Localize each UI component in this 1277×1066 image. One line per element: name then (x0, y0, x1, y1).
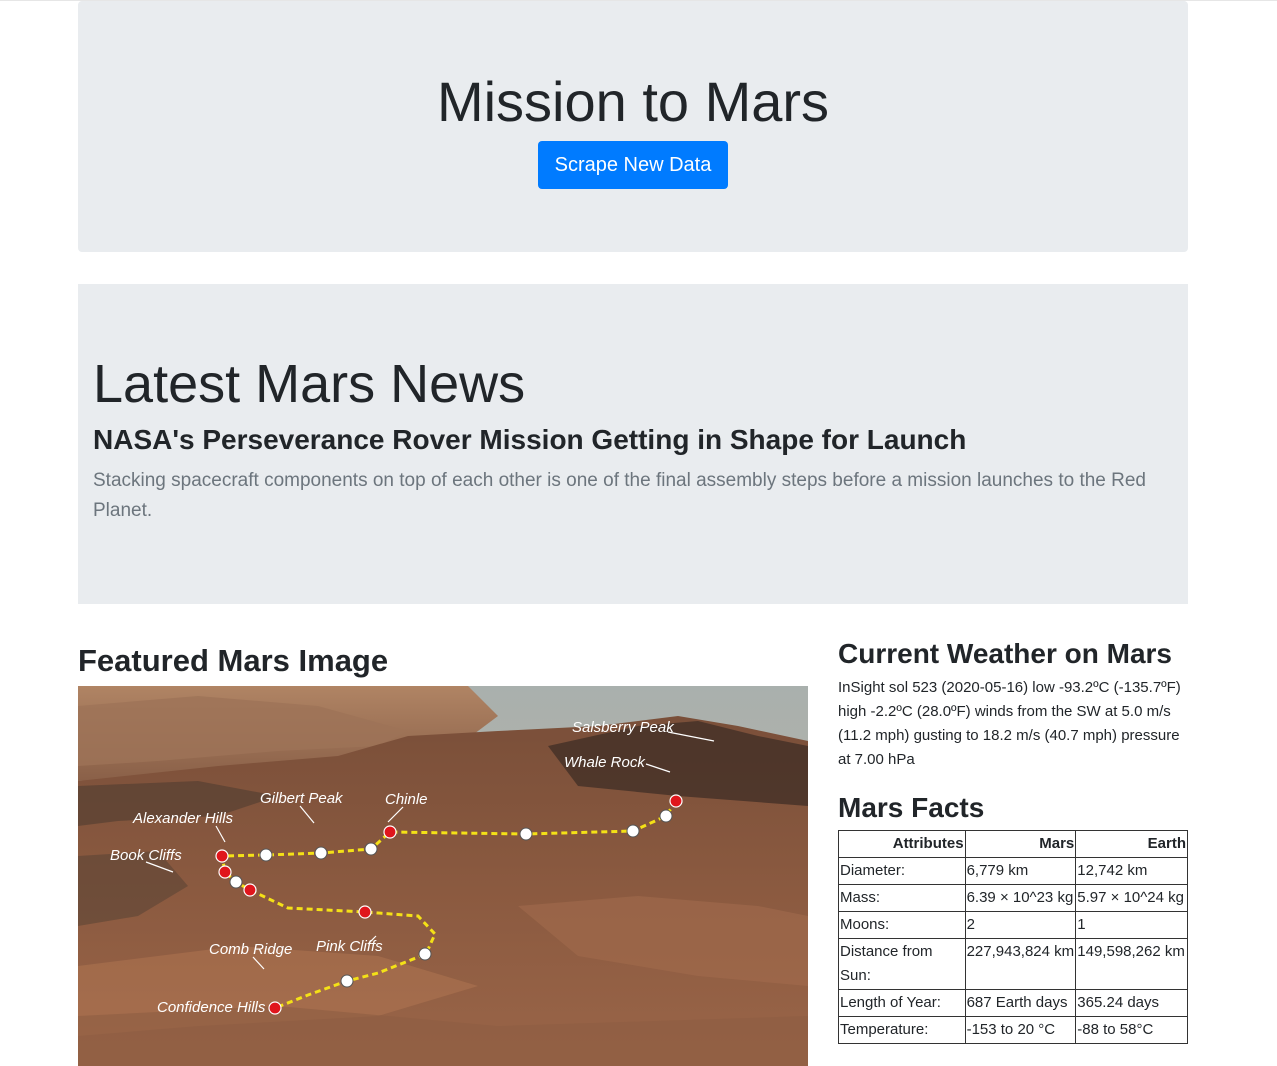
table-row: Length of Year: 687 Earth days 365.24 da… (838, 989, 1188, 1017)
header-earth: Earth (1075, 830, 1188, 858)
cell-attribute: Mass: (838, 884, 966, 912)
table-header-row: Attributes Mars Earth (838, 830, 1188, 858)
label-alexander-hills: Alexander Hills (132, 810, 234, 827)
label-gilbert-peak: Gilbert Peak (260, 790, 344, 807)
table-row: Distance from Sun: 227,943,824 km 149,59… (838, 938, 1188, 990)
cell-attribute: Moons: (838, 911, 966, 939)
cell-attribute: Diameter: (838, 857, 966, 885)
cell-earth: 365.24 days (1075, 989, 1188, 1017)
cell-mars: 2 (964, 911, 1077, 939)
cell-mars: 687 Earth days (964, 989, 1077, 1017)
weather-heading: Current Weather on Mars (838, 638, 1172, 669)
featured-image-section: Featured Mars Image Salsberry Peak Whale… (78, 636, 808, 1066)
news-title: NASA's Perseverance Rover Mission Gettin… (93, 424, 967, 455)
label-confidence-hills: Confidence Hills (157, 999, 266, 1016)
cell-earth: 12,742 km (1075, 857, 1188, 885)
label-pink-cliffs: Pink Cliffs (316, 938, 383, 955)
label-whale-rock: Whale Rock (564, 754, 646, 771)
header-attributes: Attributes (838, 830, 966, 858)
label-chinle: Chinle (385, 791, 428, 808)
label-salsberry-peak: Salsberry Peak (572, 719, 675, 736)
cell-earth: -88 to 58°C (1075, 1016, 1188, 1044)
cell-mars: 6,779 km (964, 857, 1077, 885)
featured-mars-image: Salsberry Peak Whale Rock Gilbert Peak C… (78, 686, 808, 1066)
table-row: Temperature: -153 to 20 °C -88 to 58°C (838, 1016, 1188, 1044)
header-jumbotron: Mission to Mars Scrape New Data (78, 1, 1188, 252)
table-row: Diameter: 6,779 km 12,742 km (838, 857, 1188, 885)
news-paragraph: Stacking spacecraft components on top of… (93, 470, 1146, 521)
cell-attribute: Distance from Sun: (838, 938, 966, 990)
sidebar-column: Current Weather on Mars InSight sol 523 … (838, 636, 1188, 1066)
label-book-cliffs: Book Cliffs (110, 847, 182, 864)
table-row: Mass: 6.39 × 10^23 kg 5.97 × 10^24 kg (838, 884, 1188, 912)
news-heading: Latest Mars News (93, 354, 526, 414)
facts-heading: Mars Facts (838, 792, 985, 823)
label-comb-ridge: Comb Ridge (209, 941, 292, 958)
mars-facts-table: Attributes Mars Earth Diameter: 6,779 km… (838, 830, 1188, 1044)
cell-mars: -153 to 20 °C (964, 1016, 1077, 1044)
cell-attribute: Temperature: (838, 1016, 966, 1044)
cell-attribute: Length of Year: (838, 989, 966, 1017)
cell-earth: 5.97 × 10^24 kg (1075, 884, 1188, 912)
featured-image-heading: Featured Mars Image (78, 643, 389, 678)
cell-earth: 149,598,262 km (1075, 938, 1188, 990)
scrape-new-data-button[interactable]: Scrape New Data (537, 141, 729, 189)
weather-text: InSight sol 523 (2020-05-16) low -93.2ºC… (838, 679, 1181, 768)
cell-mars: 6.39 × 10^23 kg (964, 884, 1077, 912)
news-jumbotron: Latest Mars News NASA's Perseverance Rov… (78, 284, 1188, 604)
table-row: Moons: 2 1 (838, 911, 1188, 939)
cell-mars: 227,943,824 km (964, 938, 1077, 990)
page-title: Mission to Mars (436, 70, 830, 133)
cell-earth: 1 (1075, 911, 1188, 939)
header-mars: Mars (964, 830, 1077, 858)
